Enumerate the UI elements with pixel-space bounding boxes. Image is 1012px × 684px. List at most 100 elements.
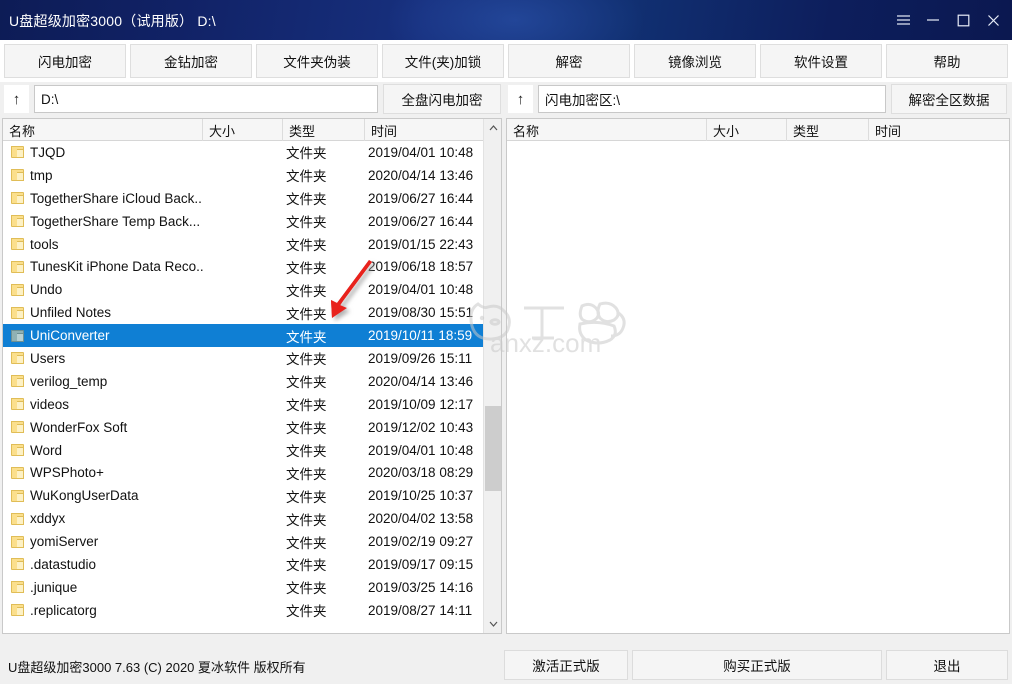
toolbar-button-file-lock[interactable]: 文件(夹)加锁 (382, 44, 504, 78)
title-bar: U盘超级加密3000（试用版） D:\ (0, 0, 1012, 40)
table-row[interactable]: WPSPhoto+ 文件夹2020/03/18 08:29 (3, 461, 501, 484)
table-row[interactable]: UniConverter文件夹2019/10/11 18:59 (3, 324, 501, 347)
file-size-cell (203, 576, 283, 599)
file-name-cell: Undo (3, 278, 203, 301)
decrypt-all-zone-button[interactable]: 解密全区数据 (891, 84, 1007, 114)
file-type-cell: 文件夹 (283, 553, 365, 576)
left-column-header-size[interactable]: 大小 (203, 119, 283, 141)
file-time-cell: 2019/09/26 15:11 (365, 347, 501, 370)
left-file-list[interactable]: TJQD文件夹2019/04/01 10:48tmp文件夹2020/04/14 … (3, 141, 501, 622)
main-toolbar: 闪电加密 金钻加密 文件夹伪装 文件(夹)加锁 解密 镜像浏览 软件设置 帮助 (0, 40, 1012, 82)
left-column-header-name[interactable]: 名称 (3, 119, 203, 141)
table-row[interactable]: Users文件夹2019/09/26 15:11 (3, 347, 501, 370)
toolbar-button-settings[interactable]: 软件设置 (760, 44, 882, 78)
file-name-label: TogetherShare Temp Back... (30, 214, 200, 229)
left-column-headers: 名称 大小 类型 时间 (3, 119, 501, 141)
toolbar-button-decrypt[interactable]: 解密 (508, 44, 630, 78)
file-type-cell: 文件夹 (283, 416, 365, 439)
table-row[interactable]: verilog_temp文件夹2020/04/14 13:46 (3, 370, 501, 393)
table-row[interactable]: Undo 文件夹2019/04/01 10:48 (3, 278, 501, 301)
left-scroll-thumb[interactable] (485, 406, 501, 491)
table-row[interactable]: WuKongUserData文件夹2019/10/25 10:37 (3, 484, 501, 507)
file-name-label: videos (30, 397, 69, 412)
right-path-bar: ↑ 闪电加密区:\ 解密全区数据 (508, 82, 1008, 116)
file-type-cell: 文件夹 (283, 324, 365, 347)
close-icon[interactable] (978, 0, 1008, 40)
file-size-cell (203, 393, 283, 416)
menu-icon[interactable] (888, 0, 918, 40)
table-row[interactable]: .junique文件夹2019/03/25 14:16 (3, 576, 501, 599)
table-row[interactable]: .replicatorg文件夹2019/08/27 14:11 (3, 599, 501, 622)
right-column-header-size[interactable]: 大小 (707, 119, 787, 141)
right-column-header-type[interactable]: 类型 (787, 119, 869, 141)
right-up-directory-button[interactable]: ↑ (508, 85, 533, 113)
window-controls (888, 0, 1008, 40)
file-name-label: .datastudio (30, 557, 96, 572)
scroll-down-icon[interactable] (484, 615, 502, 633)
file-type-cell: 文件夹 (283, 164, 365, 187)
folder-icon (11, 261, 24, 273)
left-column-header-time[interactable]: 时间 (365, 119, 501, 141)
file-size-cell (203, 233, 283, 256)
file-name-label: verilog_temp (30, 374, 107, 389)
table-row[interactable]: tools文件夹2019/01/15 22:43 (3, 233, 501, 256)
table-row[interactable]: Word文件夹2019/04/01 10:48 (3, 439, 501, 462)
table-row[interactable]: TJQD文件夹2019/04/01 10:48 (3, 141, 501, 164)
file-size-cell (203, 416, 283, 439)
left-up-directory-button[interactable]: ↑ (4, 85, 29, 113)
file-time-cell: 2020/03/18 08:29 (365, 461, 501, 484)
toolbar-button-mirror-browse[interactable]: 镜像浏览 (634, 44, 756, 78)
left-vertical-scrollbar[interactable] (483, 119, 501, 633)
file-name-cell: WPSPhoto+ (3, 461, 203, 484)
toolbar-button-flash-encrypt[interactable]: 闪电加密 (4, 44, 126, 78)
file-name-cell: Word (3, 439, 203, 462)
right-column-header-name[interactable]: 名称 (507, 119, 707, 141)
right-column-header-time[interactable]: 时间 (869, 119, 1009, 141)
folder-icon (11, 581, 24, 593)
toolbar-button-help[interactable]: 帮助 (886, 44, 1008, 78)
toolbar-button-diamond-encrypt[interactable]: 金钻加密 (130, 44, 252, 78)
file-name-label: .replicatorg (30, 603, 97, 618)
file-type-cell: 文件夹 (283, 461, 365, 484)
table-row[interactable]: videos 文件夹2019/10/09 12:17 (3, 393, 501, 416)
folder-icon (11, 467, 24, 479)
table-row[interactable]: TunesKit iPhone Data Reco...文件夹2019/06/1… (3, 255, 501, 278)
folder-icon (11, 444, 24, 456)
table-row[interactable]: WonderFox Soft文件夹2019/12/02 10:43 (3, 416, 501, 439)
folder-icon (11, 238, 24, 250)
toolbar-button-folder-disguise[interactable]: 文件夹伪装 (256, 44, 378, 78)
file-name-cell: .junique (3, 576, 203, 599)
file-time-cell: 2019/10/09 12:17 (365, 393, 501, 416)
activate-button[interactable]: 激活正式版 (504, 650, 628, 680)
file-name-cell: TogetherShare Temp Back... (3, 210, 203, 233)
buy-button[interactable]: 购买正式版 (632, 650, 882, 680)
right-file-pane: 名称 大小 类型 时间 (506, 118, 1010, 634)
exit-button[interactable]: 退出 (886, 650, 1008, 680)
file-time-cell: 2019/10/11 18:59 (365, 324, 501, 347)
left-column-header-type[interactable]: 类型 (283, 119, 365, 141)
file-name-cell: TJQD (3, 141, 203, 164)
table-row[interactable]: xddyx文件夹2020/04/02 13:58 (3, 507, 501, 530)
table-row[interactable]: tmp文件夹2020/04/14 13:46 (3, 164, 501, 187)
file-time-cell: 2019/02/19 09:27 (365, 530, 501, 553)
table-row[interactable]: TogetherShare Temp Back...文件夹2019/06/27 … (3, 210, 501, 233)
minimize-icon[interactable] (918, 0, 948, 40)
file-type-cell: 文件夹 (283, 393, 365, 416)
scroll-up-icon[interactable] (484, 119, 502, 137)
right-path-input[interactable]: 闪电加密区:\ (538, 85, 886, 113)
maximize-icon[interactable] (948, 0, 978, 40)
file-type-cell: 文件夹 (283, 278, 365, 301)
table-row[interactable]: yomiServer文件夹2019/02/19 09:27 (3, 530, 501, 553)
table-row[interactable]: TogetherShare iCloud Back...文件夹2019/06/2… (3, 187, 501, 210)
footer-buttons: 激活正式版 购买正式版 退出 (504, 650, 1008, 680)
table-row[interactable]: Unfiled Notes文件夹2019/08/30 15:51 (3, 301, 501, 324)
file-time-cell: 2019/08/30 15:51 (365, 301, 501, 324)
file-time-cell: 2019/04/01 10:48 (365, 278, 501, 301)
file-name-label: Word (30, 443, 62, 458)
encrypt-whole-disk-button[interactable]: 全盘闪电加密 (383, 84, 501, 114)
file-time-cell: 2019/06/27 16:44 (365, 210, 501, 233)
left-path-input[interactable]: D:\ (34, 85, 378, 113)
table-row[interactable]: .datastudio文件夹2019/09/17 09:15 (3, 553, 501, 576)
file-time-cell: 2019/03/25 14:16 (365, 576, 501, 599)
file-name-cell: tools (3, 233, 203, 256)
